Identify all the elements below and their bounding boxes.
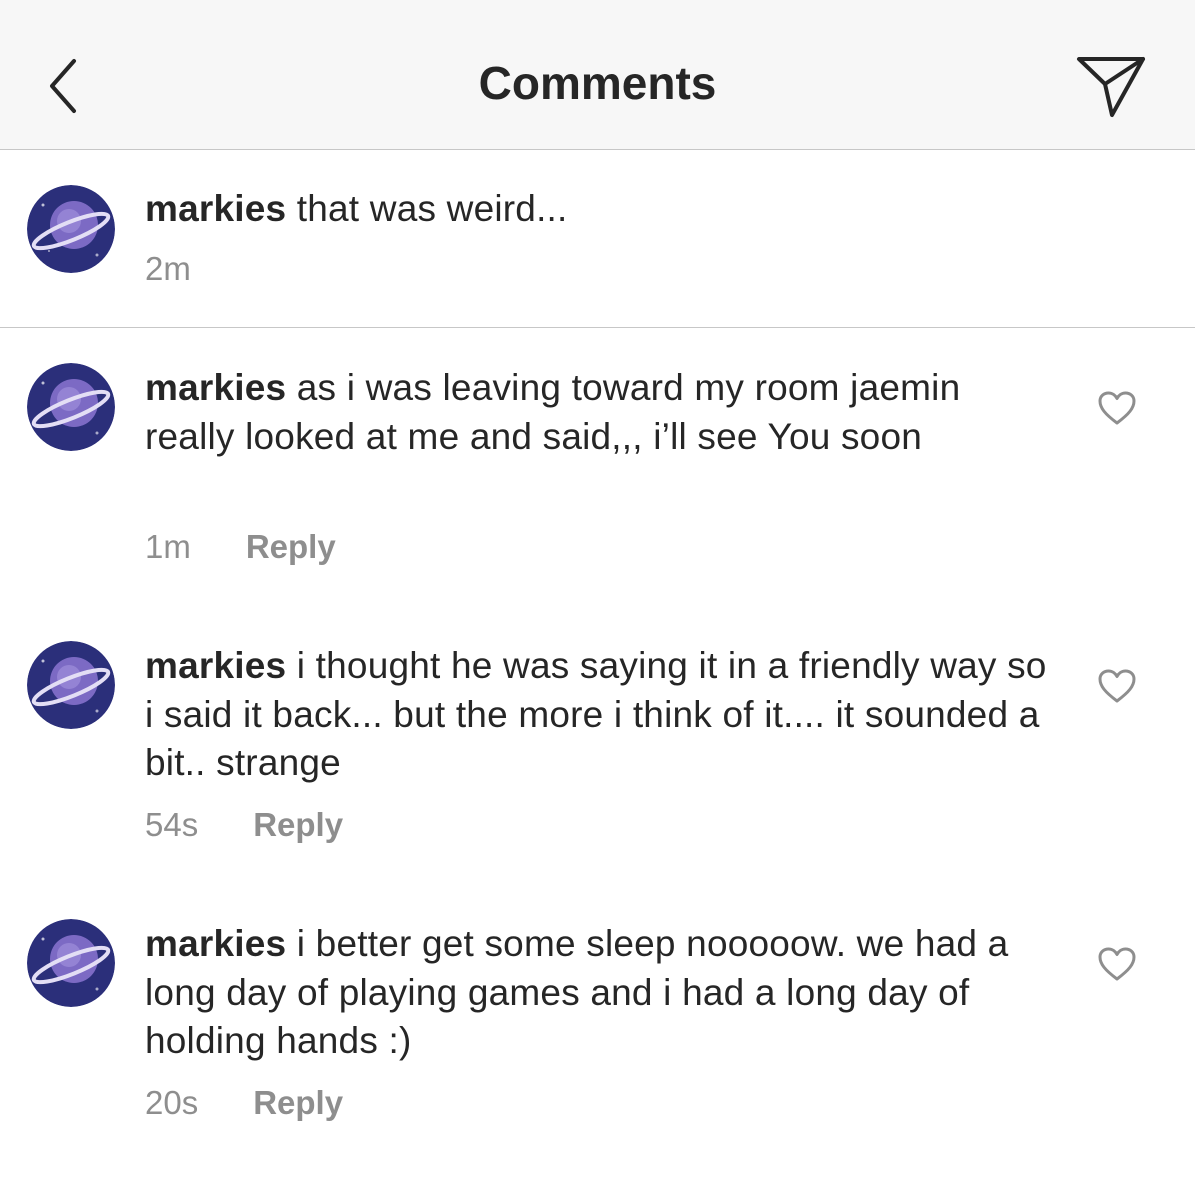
like-button[interactable]	[1097, 946, 1137, 982]
comment-text: markies i thought he was saying it in a …	[145, 642, 1055, 788]
comment-text: markies as i was leaving toward my room …	[145, 364, 1055, 461]
post-caption: markies that was weird... 2m	[0, 150, 1195, 328]
comment-meta: 54s Reply	[145, 806, 343, 844]
timestamp: 1m	[145, 528, 191, 565]
caption-meta: 2m	[145, 250, 191, 288]
comment-meta: 1m Reply	[145, 528, 336, 566]
username[interactable]: markies	[145, 645, 286, 686]
paper-plane-icon	[1077, 57, 1145, 117]
page-title: Comments	[478, 57, 717, 109]
heart-outline-icon	[1098, 669, 1136, 703]
timestamp: 54s	[145, 806, 199, 843]
like-button[interactable]	[1097, 390, 1137, 426]
reply-button[interactable]: Reply	[253, 806, 343, 844]
heart-outline-icon	[1098, 947, 1136, 981]
username[interactable]: markies	[145, 923, 286, 964]
comment-meta: 20s Reply	[145, 1084, 343, 1122]
reply-button[interactable]: Reply	[253, 1084, 343, 1122]
share-button[interactable]	[1074, 54, 1148, 120]
avatar[interactable]	[27, 919, 115, 1007]
timestamp: 20s	[145, 1084, 199, 1121]
like-button[interactable]	[1097, 668, 1137, 704]
avatar[interactable]	[27, 641, 115, 729]
heart-outline-icon	[1098, 391, 1136, 425]
comment-text: markies i better get some sleep nooooow.…	[145, 920, 1025, 1066]
caption-text: markies that was weird...	[145, 185, 568, 234]
avatar[interactable]	[27, 363, 115, 451]
username[interactable]: markies	[145, 188, 286, 229]
avatar[interactable]	[27, 185, 115, 273]
comments-header: Comments	[0, 0, 1195, 150]
timestamp: 2m	[145, 250, 191, 287]
username[interactable]: markies	[145, 367, 286, 408]
reply-button[interactable]: Reply	[246, 528, 336, 566]
caption-body: that was weird...	[286, 188, 568, 229]
